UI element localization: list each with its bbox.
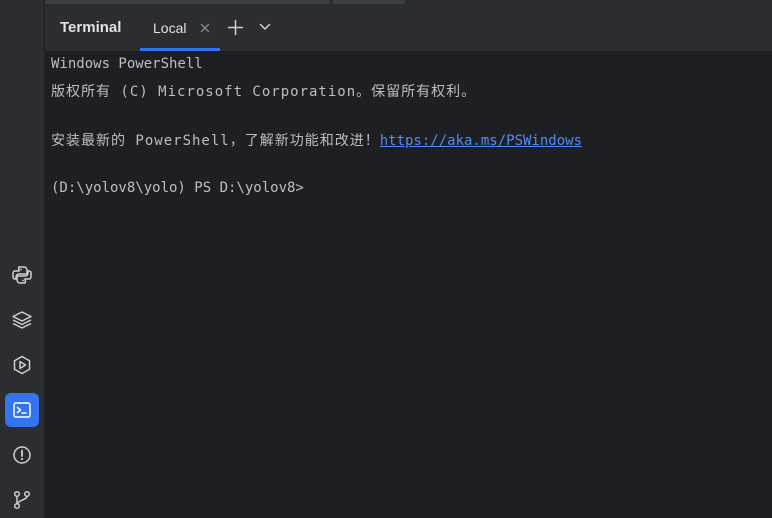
terminal-button[interactable] (5, 393, 39, 427)
terminal-line-banner: Windows PowerShell (51, 56, 203, 72)
tool-window-title: Terminal (60, 19, 122, 36)
services-icon (13, 355, 31, 375)
close-icon[interactable] (199, 22, 211, 34)
terminal-prompt: (D:\yolov8\yolo) PS D:\yolov8> (51, 180, 304, 196)
terminal-line-update: 安装最新的 PowerShell，了解新功能和改进！https://aka.ms… (51, 130, 582, 150)
git-icon (13, 490, 31, 510)
problems-button[interactable] (5, 438, 39, 472)
terminal-icon (13, 402, 31, 418)
tab-local[interactable]: Local (140, 5, 220, 51)
terminal-output[interactable]: Windows PowerShell 版权所有 (C) Microsoft Co… (45, 51, 772, 518)
git-button[interactable] (5, 483, 39, 517)
tool-window-header: Terminal Local (45, 5, 772, 51)
tool-window-stripe (0, 0, 45, 518)
python-console-button[interactable] (5, 258, 39, 292)
python-icon (12, 266, 32, 284)
powershell-link[interactable]: https://aka.ms/PSWindows (380, 133, 582, 149)
copyright-text: 版权所有 (C) Microsoft Corporation。保留所有权利。 (51, 84, 477, 100)
terminal-line-copyright: 版权所有 (C) Microsoft Corporation。保留所有权利。 (51, 81, 476, 101)
chevron-down-icon[interactable] (259, 23, 271, 31)
problems-icon (13, 446, 31, 464)
plus-icon[interactable] (227, 19, 244, 36)
services-button[interactable] (5, 348, 39, 382)
update-hint-text: 安装最新的 PowerShell，了解新功能和改进！ (51, 133, 380, 149)
ide-window: Terminal Local Windows PowerShell 版权所有 (… (0, 0, 772, 518)
layers-icon (12, 311, 32, 329)
tab-label: Local (153, 20, 187, 36)
layers-button[interactable] (5, 303, 39, 337)
